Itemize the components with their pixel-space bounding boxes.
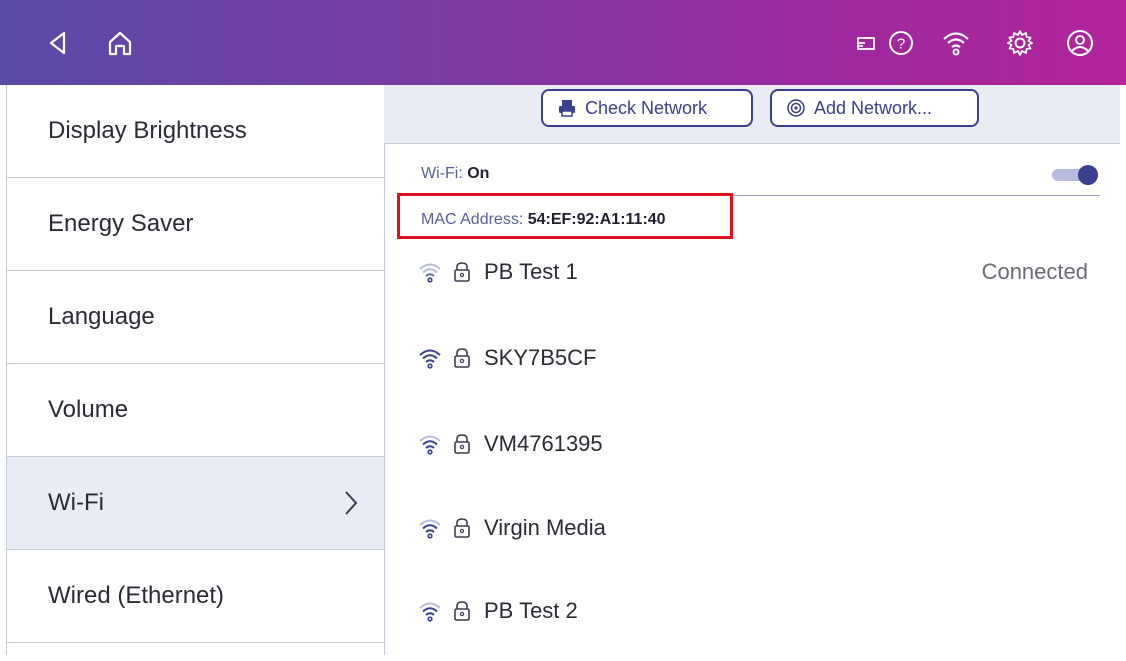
gear-icon[interactable] (1005, 26, 1035, 60)
highlight-box (397, 193, 733, 239)
chevron-right-icon (345, 491, 358, 515)
wifi-status-label: Wi-Fi: (421, 165, 463, 182)
add-network-label: Add Network... (814, 97, 933, 118)
add-network-button[interactable]: Add Network... (770, 89, 979, 127)
network-row[interactable]: PB Test 1 Connected (418, 255, 1098, 289)
sidebar-item-wired-ethernet[interactable]: Wired (Ethernet) (7, 550, 384, 643)
sidebar-item-label: Language (48, 303, 155, 330)
wifi-signal-icon (419, 349, 441, 369)
wifi-toggle[interactable] (1052, 164, 1100, 186)
lock-icon (454, 348, 470, 368)
network-toolbar: Check Network Add Network... (384, 85, 1120, 144)
network-name: SKY7B5CF (484, 345, 597, 370)
sidebar-item-volume[interactable]: Volume (7, 364, 384, 457)
svg-text:?: ? (897, 36, 905, 53)
wifi-signal-icon (419, 602, 441, 622)
network-name: PB Test 1 (484, 259, 578, 284)
sidebar-item-label: Wi-Fi (48, 489, 104, 516)
home-icon[interactable] (105, 26, 135, 60)
back-icon[interactable] (44, 26, 70, 60)
network-name: PB Test 2 (484, 598, 578, 623)
sidebar-item-label: Display Brightness (48, 117, 247, 144)
check-network-button[interactable]: Check Network (541, 89, 753, 127)
lock-icon (454, 601, 470, 621)
wifi-icon[interactable] (939, 26, 973, 60)
settings-sidebar: Display Brightness Energy Saver Language… (6, 85, 385, 655)
account-icon[interactable] (1065, 26, 1095, 60)
printer-icon (559, 100, 575, 117)
lock-icon (454, 434, 470, 454)
sidebar-item-label: Wired (Ethernet) (48, 582, 225, 609)
sidebar-item-language[interactable]: Language (7, 271, 384, 364)
wifi-status-value: On (467, 165, 490, 182)
network-row[interactable]: Virgin Media (418, 511, 1098, 545)
wifi-signal-icon (419, 263, 441, 283)
sidebar-item-label: Energy Saver (48, 210, 194, 237)
network-row[interactable]: VM4761395 (418, 427, 1098, 461)
wireless-signal-icon (787, 99, 805, 117)
network-row[interactable]: SKY7B5CF (418, 341, 1098, 375)
lock-icon (454, 518, 470, 538)
sidebar-item-energy-saver[interactable]: Energy Saver (7, 178, 384, 271)
wifi-signal-icon (419, 435, 441, 455)
wifi-status-row: Wi-Fi: On (421, 165, 489, 183)
top-bar: ? (0, 0, 1126, 85)
sidebar-item-display-brightness[interactable]: Display Brightness (7, 85, 384, 178)
sidebar-item-label: Volume (48, 396, 129, 423)
network-status: Connected (981, 259, 1088, 284)
check-network-label: Check Network (585, 97, 708, 118)
network-name: Virgin Media (484, 515, 606, 540)
help-icon[interactable]: ? (886, 26, 916, 60)
wifi-settings-panel: Check Network Add Network... Wi-Fi: On M… (384, 85, 1120, 661)
network-row[interactable]: PB Test 2 (418, 594, 1098, 628)
lock-icon (454, 262, 470, 282)
wifi-signal-icon (419, 519, 441, 539)
network-name: VM4761395 (484, 431, 603, 456)
cast-icon[interactable] (856, 26, 876, 60)
sidebar-item-wifi[interactable]: Wi-Fi (7, 457, 384, 550)
